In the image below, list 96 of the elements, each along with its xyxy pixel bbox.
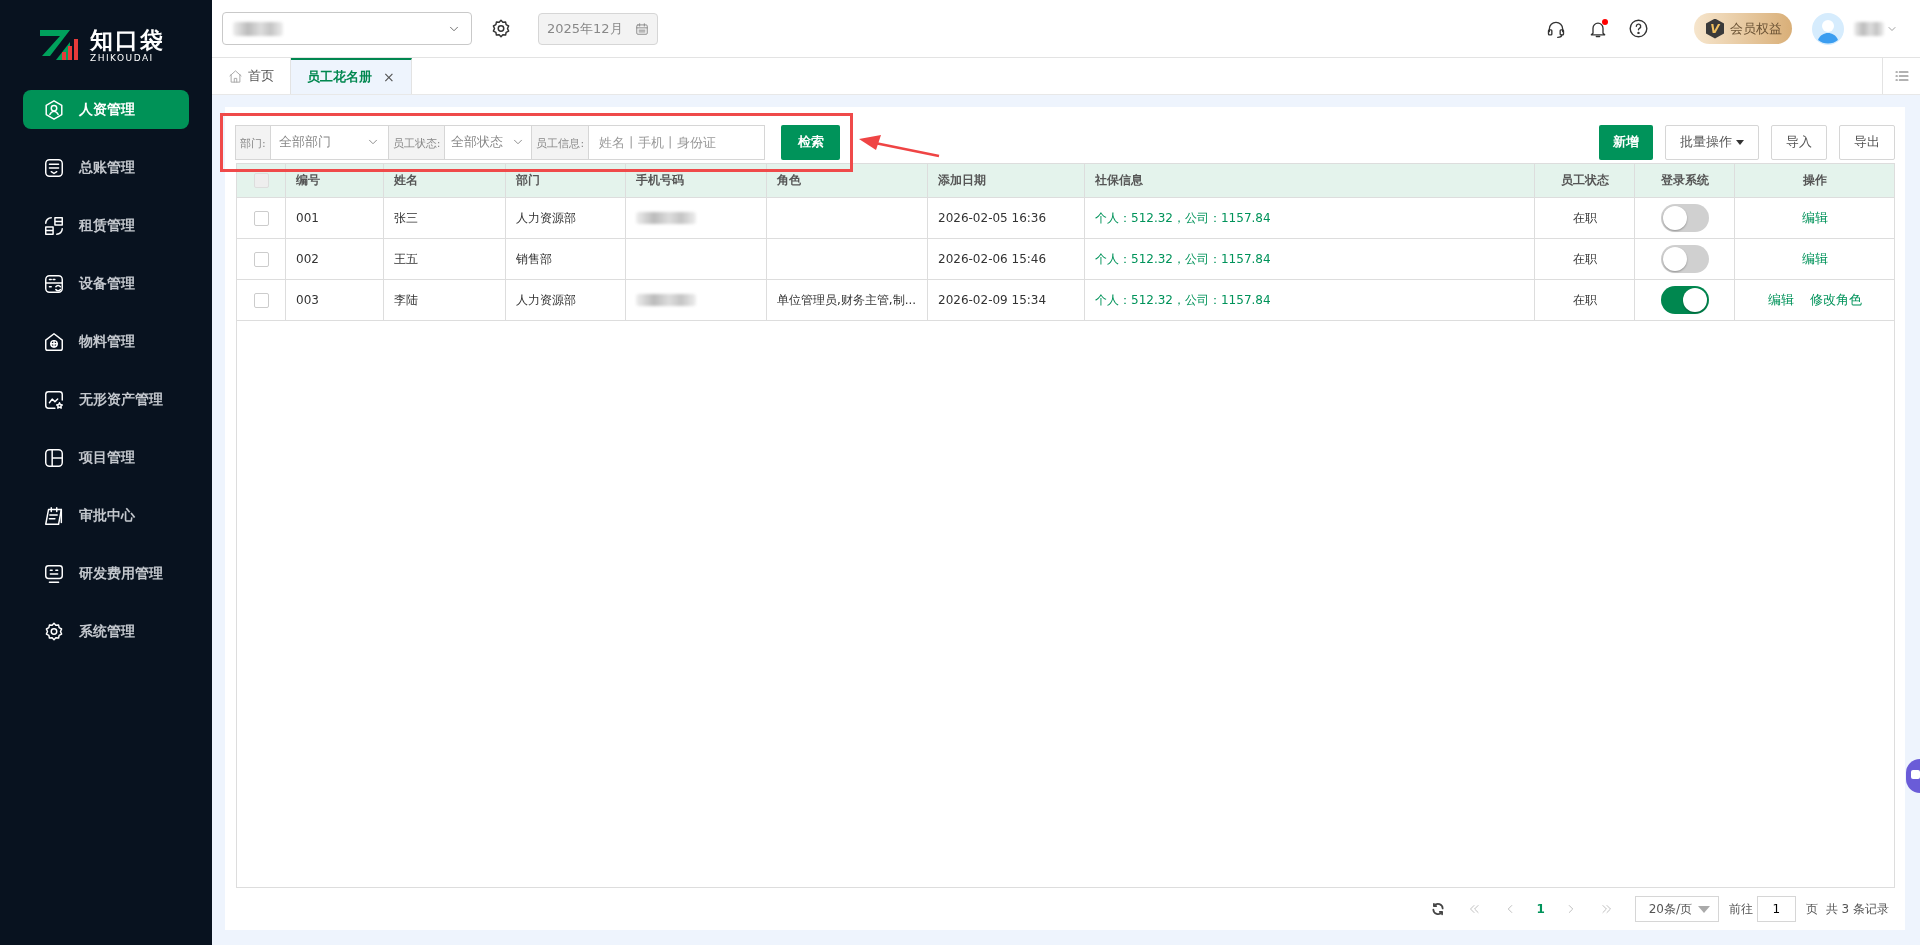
page-unit-label: 页 (1805, 900, 1818, 918)
table-cell: 个人：512.32，公司：1157.84 (1095, 209, 1271, 227)
table-cell: 销售部 (516, 250, 552, 268)
filter-label: 员工信息: (531, 124, 589, 160)
blurred-text (233, 21, 283, 36)
table-cell: 张三 (394, 209, 418, 227)
nav-item[interactable]: 人资管理 (23, 90, 189, 129)
table-cell: 003 (296, 293, 319, 307)
nav-icon (43, 214, 65, 237)
checkbox[interactable] (253, 251, 269, 267)
nav-icon (43, 330, 65, 353)
logo-name: 知口袋 (90, 27, 165, 53)
action-button[interactable]: 导出 (1839, 124, 1895, 160)
blurred-text (1854, 21, 1884, 36)
tab[interactable]: 员工花名册 × (291, 58, 412, 94)
batch-dropdown-button[interactable]: 批量操作 (1665, 124, 1759, 160)
last-page-icon (1599, 902, 1614, 916)
filter-select[interactable]: 全部部门 (269, 124, 388, 160)
calendar-icon (635, 21, 649, 36)
table-cell: 个人：512.32，公司：1157.84 (1095, 250, 1271, 268)
filter-label: 部门: (235, 124, 270, 160)
nav-icon (43, 156, 65, 179)
first-page-icon (1467, 902, 1482, 916)
nav-item[interactable]: 审批中心 (23, 496, 189, 535)
column-header: 编号 (286, 164, 384, 197)
nav-icon (43, 504, 65, 527)
nav-item[interactable]: 系统管理 (23, 612, 189, 651)
goto-label: 前往 (1728, 900, 1753, 918)
column-header: 部门 (506, 164, 626, 197)
table-cell: 002 (296, 252, 319, 266)
logo-icon (38, 28, 80, 62)
column-header: 员工状态 (1535, 164, 1635, 197)
table-cell: 在职 (1572, 250, 1597, 268)
close-icon[interactable]: × (383, 69, 395, 85)
nav-item[interactable]: 租赁管理 (23, 206, 189, 245)
toggle-switch[interactable] (1660, 204, 1709, 232)
action-button[interactable]: 导入 (1771, 124, 1827, 160)
column-header: 操作 (1801, 172, 1828, 189)
refresh-icon (1431, 902, 1446, 916)
filter-label: 员工状态: (387, 124, 445, 160)
nav-icon (43, 562, 65, 585)
table-cell: 个人：512.32，公司：1157.84 (1095, 291, 1271, 309)
edit-link[interactable]: 编辑 (1801, 209, 1828, 227)
column-header: 社保信息 (1085, 164, 1535, 197)
nav-icon (43, 620, 65, 643)
column-header: 添加日期 (928, 164, 1085, 197)
membership-badge[interactable]: V 会员权益 (1694, 13, 1792, 44)
action-button[interactable]: 新增 (1599, 124, 1653, 160)
checkbox[interactable] (253, 292, 269, 308)
settings-icon[interactable] (490, 17, 512, 40)
table-cell: 001 (296, 211, 319, 225)
table-cell: 在职 (1572, 209, 1597, 227)
list-icon (1893, 68, 1910, 84)
logo-subtitle: ZHIKOUDAI (90, 53, 155, 63)
page-number[interactable]: 1 (1536, 902, 1545, 916)
nav-icon (43, 272, 65, 295)
total-count: 共 3 条记录 (1825, 900, 1889, 918)
chat-icon[interactable] (1906, 759, 1920, 793)
table-cell: 2026-02-06 15:46 (938, 252, 1047, 266)
edit-link[interactable]: 编辑 (1801, 250, 1828, 268)
search-button[interactable]: 检索 (781, 124, 841, 160)
column-header: 登录系统 (1635, 164, 1735, 197)
nav-item[interactable]: 设备管理 (23, 264, 189, 303)
edit-link[interactable]: 编辑 (1767, 291, 1794, 309)
page-size-select[interactable]: 20条/页 (1634, 896, 1719, 922)
nav-icon (43, 388, 65, 411)
avatar[interactable] (1812, 12, 1844, 45)
edit-link[interactable]: 修改角色 (1809, 291, 1862, 309)
table-cell: 2026-02-09 15:34 (938, 293, 1047, 307)
search-field[interactable]: 姓名丨手机丨身份证 (588, 124, 766, 160)
table-cell: 李陆 (394, 291, 418, 309)
nav-item[interactable]: 研发费用管理 (23, 554, 189, 593)
caret-icon (1697, 905, 1710, 913)
table-cell: 人力资源部 (516, 209, 576, 227)
table-cell: 在职 (1572, 291, 1597, 309)
column-header: 手机号码 (626, 164, 767, 197)
nav-item[interactable]: 物料管理 (23, 322, 189, 361)
nav-icon (43, 446, 65, 469)
page-input[interactable]: 1 (1756, 896, 1796, 922)
company-select[interactable] (222, 12, 472, 45)
help-icon (1628, 18, 1649, 39)
caret-icon (1736, 139, 1744, 145)
checkbox[interactable] (253, 210, 269, 226)
toggle-switch[interactable] (1660, 286, 1709, 314)
column-header: 角色 (767, 164, 928, 197)
toggle-switch[interactable] (1660, 245, 1709, 273)
checkbox[interactable] (253, 173, 269, 188)
nav-icon (43, 98, 65, 121)
table-cell: 单位管理员,财务主管,制... (777, 291, 917, 309)
nav-item[interactable]: 项目管理 (23, 438, 189, 477)
table-cell: 2026-02-05 16:36 (938, 211, 1047, 225)
nav-item[interactable]: 无形资产管理 (23, 380, 189, 419)
nav-item[interactable]: 总账管理 (23, 148, 189, 187)
table-cell: 王五 (394, 250, 418, 268)
table-cell: 人力资源部 (516, 291, 576, 309)
column-header: 姓名 (384, 164, 506, 197)
